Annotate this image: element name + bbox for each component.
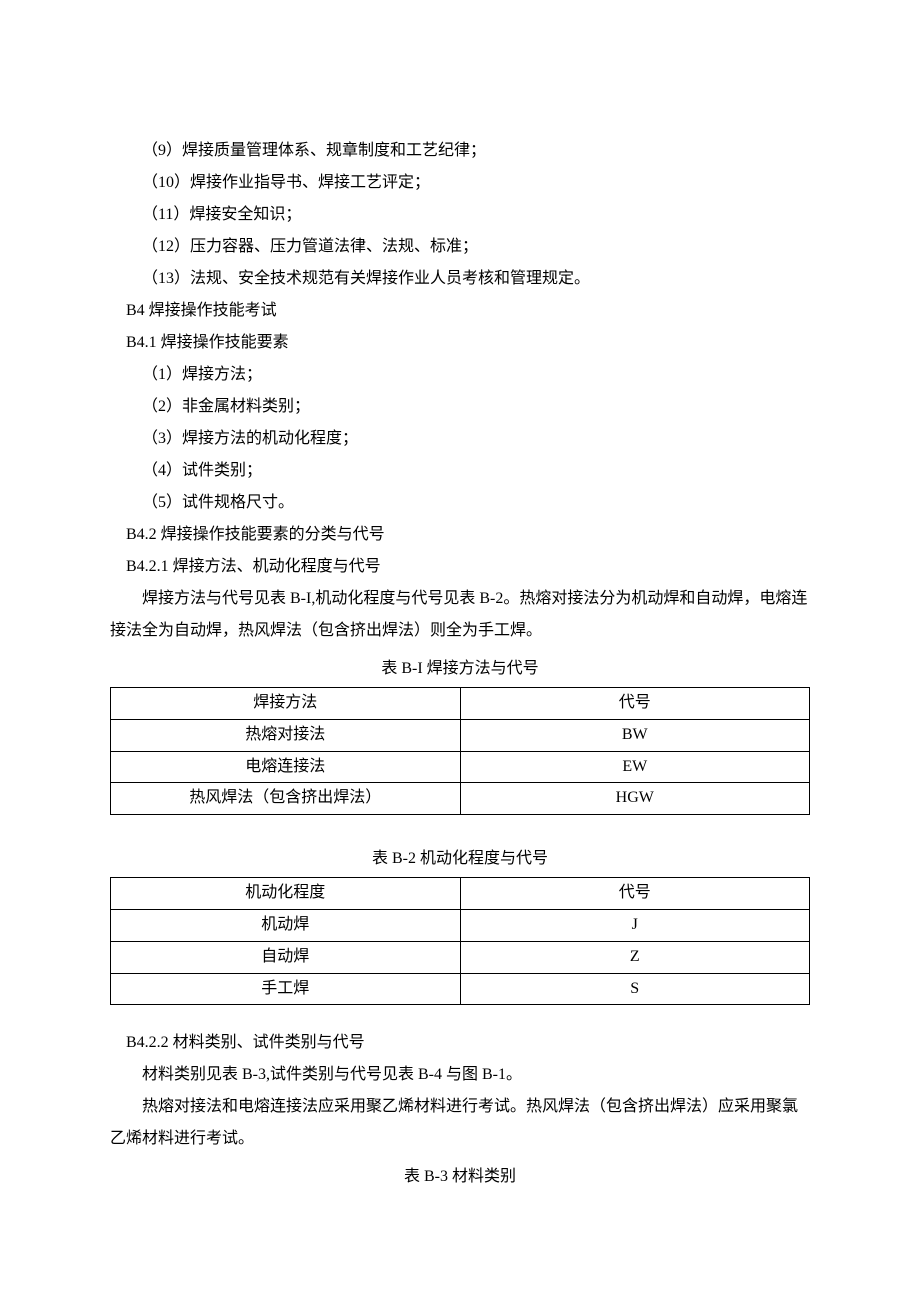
table-cell: 热风焊法（包含挤出焊法）	[111, 783, 461, 815]
table-row: 电熔连接法 EW	[111, 751, 810, 783]
table-b1: 焊接方法 代号 热熔对接法 BW 电熔连接法 EW 热风焊法（包含挤出焊法） H…	[110, 687, 810, 815]
table-cell: Z	[460, 941, 810, 973]
table-row: 热风焊法（包含挤出焊法） HGW	[111, 783, 810, 815]
paragraph: 热熔对接法和电熔连接法应采用聚乙烯材料进行考试。热风焊法（包含挤出焊法）应采用聚…	[110, 1091, 810, 1155]
table-cell: 热熔对接法	[111, 719, 461, 751]
table-cell: HGW	[460, 783, 810, 815]
table-row: 机动化程度 代号	[111, 878, 810, 910]
table-cell: BW	[460, 719, 810, 751]
list-item: （10）焊接作业指导书、焊接工艺评定；	[110, 167, 810, 199]
heading-b42: B4.2 焊接操作技能要素的分类与代号	[110, 519, 810, 551]
table-row: 机动焊 J	[111, 909, 810, 941]
list-item: （5）试件规格尺寸。	[110, 487, 810, 519]
paragraph: 材料类别见表 B-3,试件类别与代号见表 B-4 与图 B-1。	[110, 1059, 810, 1091]
table-header-cell: 焊接方法	[111, 688, 461, 720]
table-header-cell: 机动化程度	[111, 878, 461, 910]
paragraph: 焊接方法与代号见表 B-I,机动化程度与代号见表 B-2。热熔对接法分为机动焊和…	[110, 583, 810, 647]
heading-b422: B4.2.2 材料类别、试件类别与代号	[110, 1027, 810, 1059]
table-header-cell: 代号	[460, 688, 810, 720]
list-item: （11）焊接安全知识；	[110, 199, 810, 231]
table-row: 自动焊 Z	[111, 941, 810, 973]
table-row: 热熔对接法 BW	[111, 719, 810, 751]
heading-b41: B4.1 焊接操作技能要素	[110, 327, 810, 359]
list-item: （2）非金属材料类别；	[110, 391, 810, 423]
table-cell: 自动焊	[111, 941, 461, 973]
list-item: （13）法规、安全技术规范有关焊接作业人员考核和管理规定。	[110, 263, 810, 295]
heading-b421: B4.2.1 焊接方法、机动化程度与代号	[110, 551, 810, 583]
list-item: （3）焊接方法的机动化程度；	[110, 423, 810, 455]
heading-b4: B4 焊接操作技能考试	[110, 295, 810, 327]
table-row: 焊接方法 代号	[111, 688, 810, 720]
table-caption-b1: 表 B-I 焊接方法与代号	[110, 653, 810, 685]
list-item: （1）焊接方法；	[110, 359, 810, 391]
table-header-cell: 代号	[460, 878, 810, 910]
table-cell: 电熔连接法	[111, 751, 461, 783]
table-cell: J	[460, 909, 810, 941]
list-item: （4）试件类别；	[110, 455, 810, 487]
table-cell: EW	[460, 751, 810, 783]
document-page: （9）焊接质量管理体系、规章制度和工艺纪律； （10）焊接作业指导书、焊接工艺评…	[0, 0, 920, 1301]
list-item: （9）焊接质量管理体系、规章制度和工艺纪律；	[110, 135, 810, 167]
table-cell: 手工焊	[111, 973, 461, 1005]
table-cell: S	[460, 973, 810, 1005]
table-b2: 机动化程度 代号 机动焊 J 自动焊 Z 手工焊 S	[110, 877, 810, 1005]
table-cell: 机动焊	[111, 909, 461, 941]
table-caption-b2: 表 B-2 机动化程度与代号	[110, 843, 810, 875]
table-caption-b3: 表 B-3 材料类别	[110, 1161, 810, 1193]
table-row: 手工焊 S	[111, 973, 810, 1005]
list-item: （12）压力容器、压力管道法律、法规、标准；	[110, 231, 810, 263]
